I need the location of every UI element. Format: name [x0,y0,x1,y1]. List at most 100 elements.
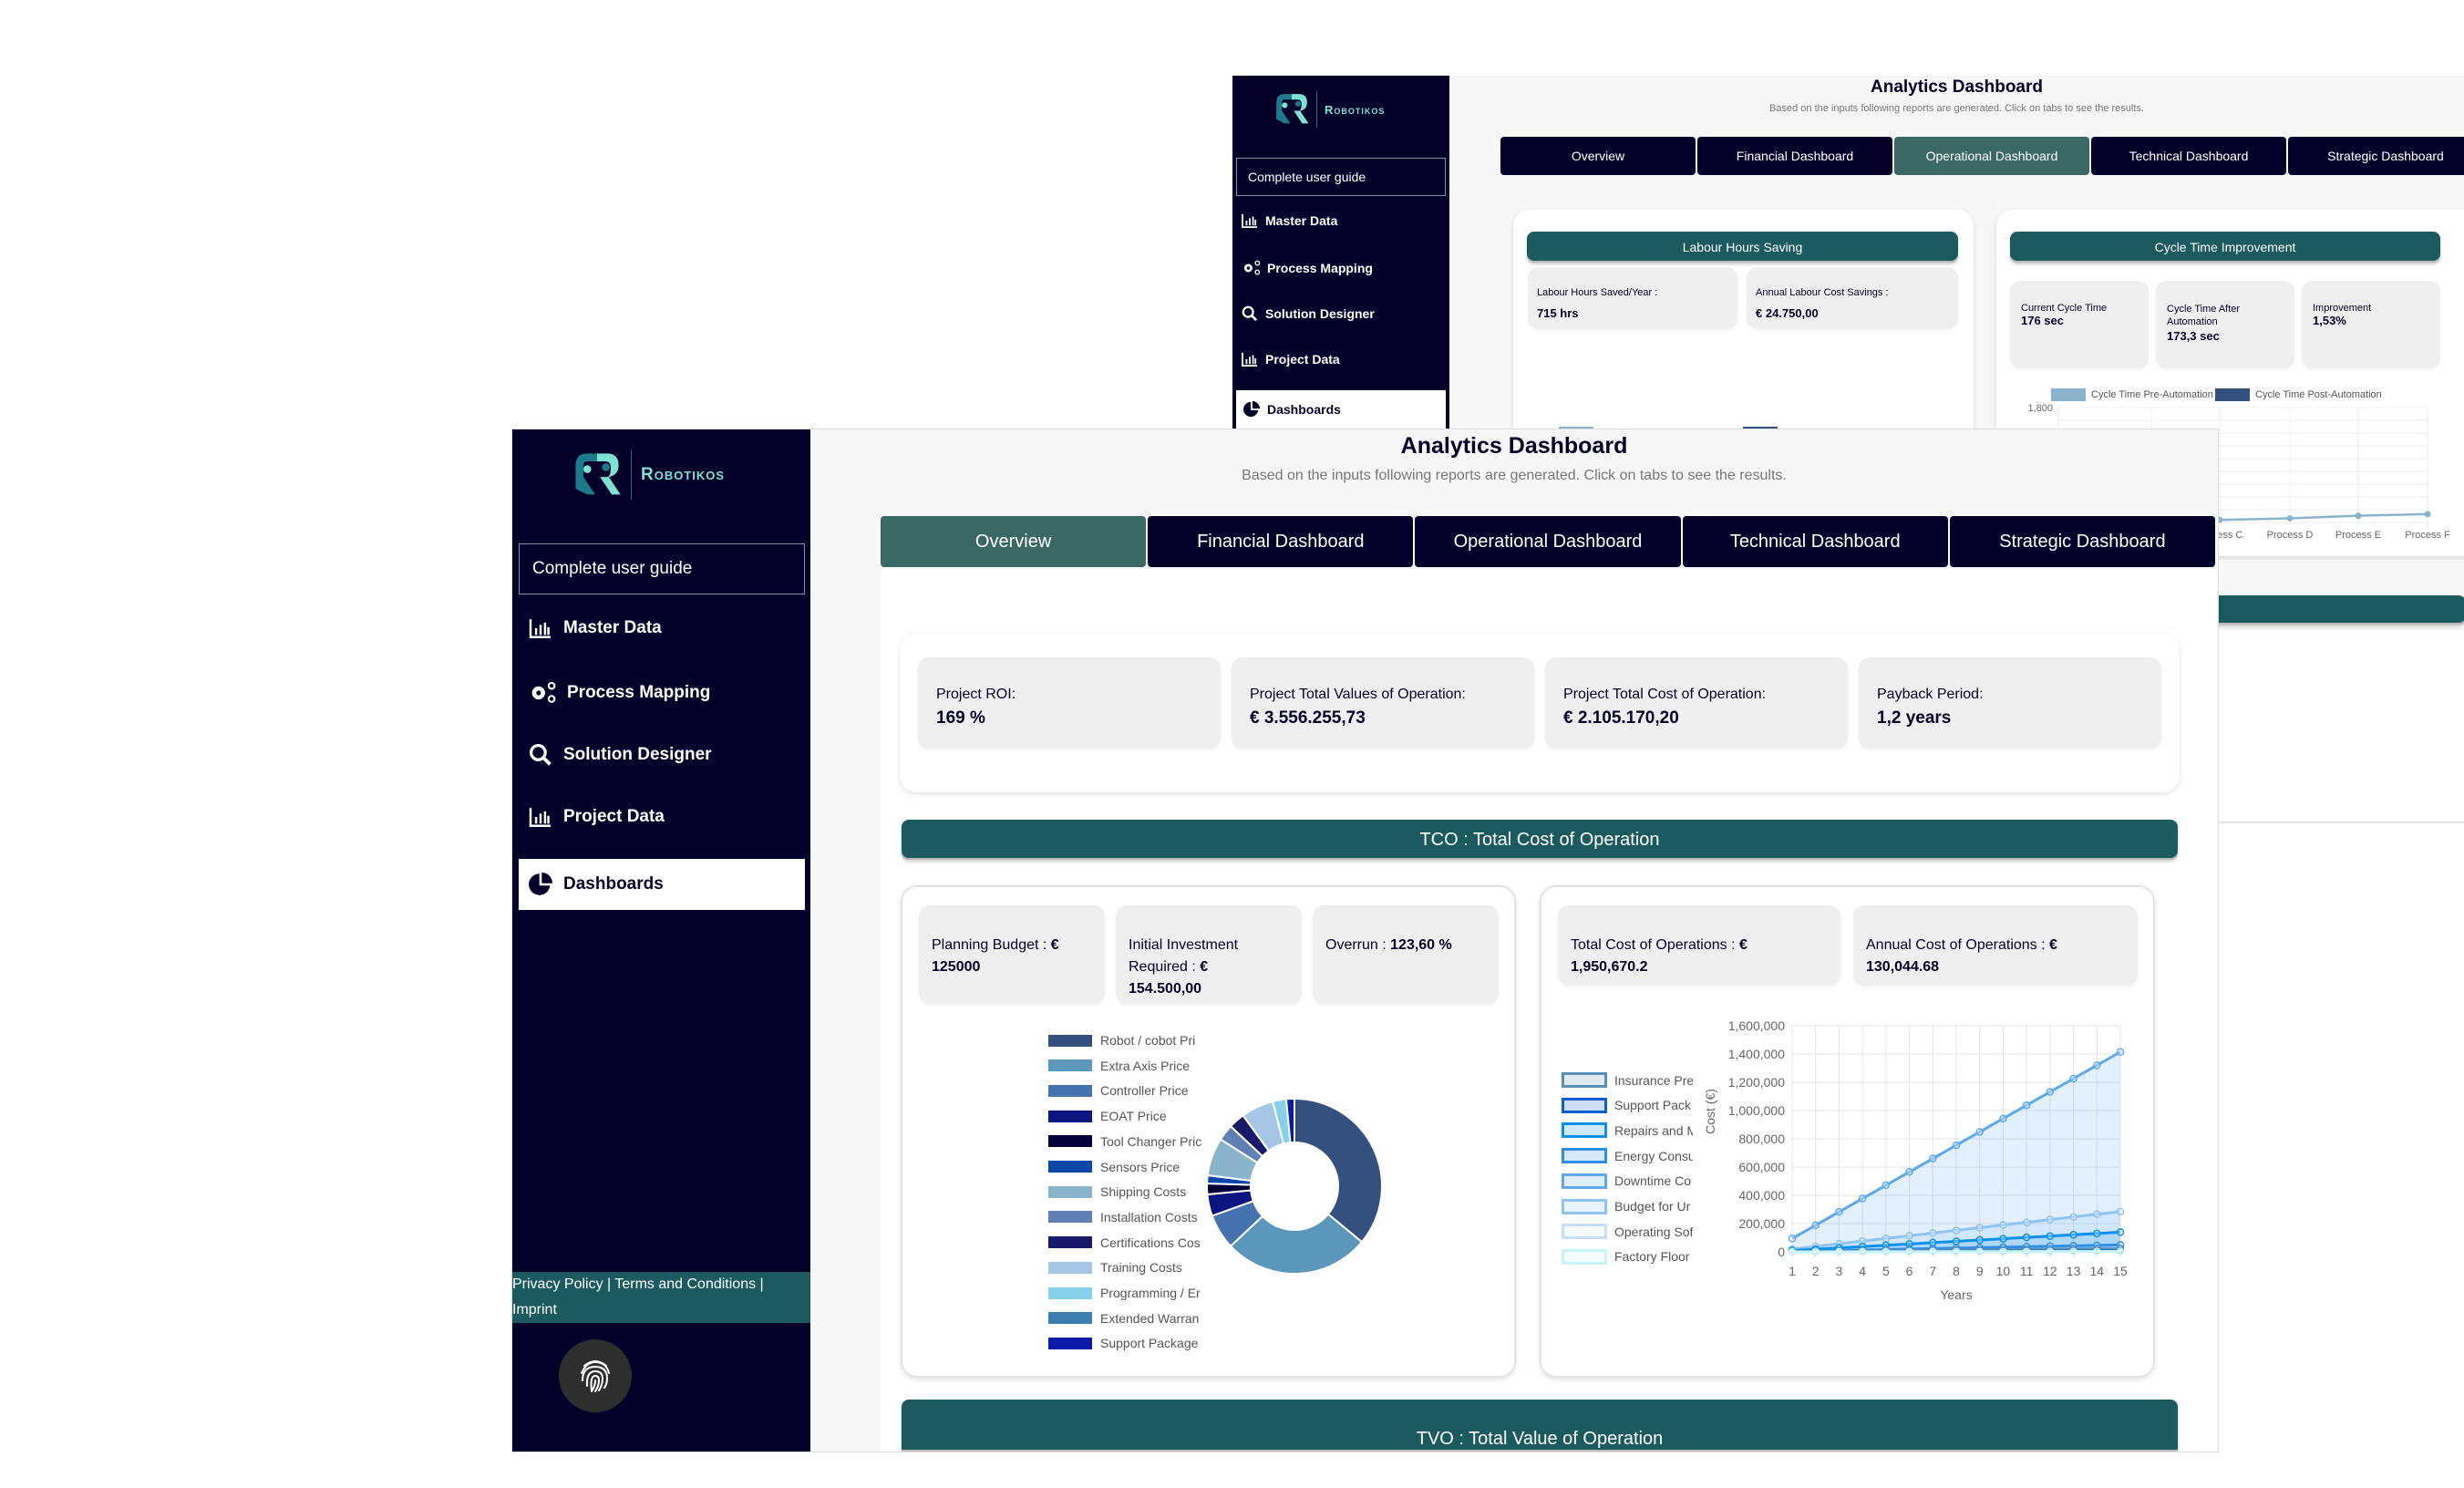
legend-item[interactable]: Repairs and M [1562,1122,1693,1139]
data-point[interactable] [1858,1194,1867,1203]
legend-item[interactable]: EOAT Price [1048,1109,1212,1123]
series-line[interactable] [2219,512,2428,522]
complete-user-guide-button[interactable]: Complete user guide [1236,158,1446,196]
sidebar-item-master-data[interactable]: Master Data [1242,207,1442,234]
data-point[interactable] [2286,514,2294,522]
legend-item[interactable]: Controller Price [1048,1083,1212,1098]
imprint-link[interactable]: Imprint [512,1302,557,1318]
tab-strategic-dashboard[interactable]: Strategic Dashboard [1949,516,2216,567]
data-point[interactable] [1929,1247,1937,1256]
data-point[interactable] [2046,1232,2055,1240]
privacy-policy-link[interactable]: Privacy Policy [512,1276,603,1292]
data-point[interactable] [1905,1168,1913,1176]
legend-item[interactable]: Support Pack [1562,1097,1693,1113]
data-point[interactable] [2022,1247,2031,1256]
terms-link[interactable]: Terms and Conditions [614,1276,756,1292]
sidebar-item-project-data[interactable]: Project Data [1242,346,1442,373]
data-point[interactable] [1811,1247,1820,1256]
data-point[interactable] [2022,1233,2031,1242]
tab-technical-dashboard[interactable]: Technical Dashboard [2091,137,2286,175]
tab-overview[interactable]: Overview [881,516,1147,567]
data-point[interactable] [1905,1247,1913,1256]
legend-item[interactable]: Factory Floor [1562,1248,1693,1265]
data-point[interactable] [2022,1100,2031,1110]
data-point[interactable] [1999,1247,2007,1256]
tab-strategic-dashboard[interactable]: Strategic Dashboard [2288,137,2464,175]
data-point[interactable] [2069,1247,2077,1256]
legend-item[interactable]: Certifications Cos [1048,1235,1212,1250]
sidebar-item-process-mapping[interactable]: Process Mapping [1242,254,1442,282]
data-point[interactable] [1975,1128,1984,1136]
legend-item[interactable]: Shipping Costs [1048,1184,1212,1199]
data-point[interactable] [1952,1247,1961,1256]
sidebar-item-dashboards[interactable]: Dashboards [519,859,805,910]
legend-item[interactable]: Programming / Er [1048,1286,1212,1300]
legend-item[interactable]: Installation Costs [1048,1210,1212,1224]
donut-slice[interactable] [1294,1097,1383,1244]
tab-operational-dashboard[interactable]: Operational Dashboard [1894,137,2089,175]
data-point[interactable] [1788,1247,1797,1256]
data-point[interactable] [1882,1235,1891,1243]
sidebar-item-solution-designer[interactable]: Solution Designer [1242,300,1442,327]
legend-item[interactable]: Downtime Co [1562,1173,1693,1189]
data-point[interactable] [1999,1235,2007,1243]
legend-item[interactable]: Insurance Pre [1562,1072,1693,1088]
data-point[interactable] [2093,1210,2101,1219]
data-point[interactable] [1882,1247,1891,1256]
data-point[interactable] [1999,1114,2007,1123]
sidebar-item-solution-designer[interactable]: Solution Designer [529,735,802,775]
data-point[interactable] [1975,1224,1984,1232]
sidebar-item-project-data[interactable]: Project Data [529,797,802,837]
data-point[interactable] [1788,1235,1797,1243]
data-point[interactable] [1835,1207,1843,1216]
legend-item[interactable]: Extended Warran [1048,1311,1212,1326]
legend-item[interactable]: Energy Consu [1562,1148,1693,1164]
legend-item[interactable]: Tool Changer Pric [1048,1134,1212,1149]
data-point[interactable] [1858,1247,1867,1256]
data-point[interactable] [1882,1181,1891,1190]
data-point[interactable] [2022,1218,2031,1226]
legend-item[interactable]: Training Costs [1048,1260,1212,1275]
data-point[interactable] [2116,1247,2125,1256]
legend-item[interactable]: Sensors Price [1048,1160,1212,1174]
data-point[interactable] [2046,1088,2055,1096]
tab-overview[interactable]: Overview [1500,137,1696,175]
data-point[interactable] [1999,1221,2007,1229]
sidebar-item-process-mapping[interactable]: Process Mapping [529,673,802,713]
data-point[interactable] [2069,1231,2077,1239]
data-point[interactable] [2046,1247,2055,1256]
data-point[interactable] [2116,1048,2125,1057]
data-point[interactable] [1929,1229,1937,1237]
sidebar-item-dashboards[interactable]: Dashboards [1236,390,1446,429]
data-point[interactable] [2093,1061,2101,1070]
data-point[interactable] [2424,511,2431,518]
data-point[interactable] [2093,1229,2101,1238]
data-point[interactable] [1952,1226,1961,1235]
legend-item[interactable]: Operating Sof [1562,1224,1693,1240]
tab-financial-dashboard[interactable]: Financial Dashboard [1697,137,1892,175]
legend-item[interactable]: Support Package [1048,1336,1212,1350]
legend-item[interactable]: Extra Axis Price [1048,1059,1212,1073]
data-point[interactable] [2355,512,2362,520]
data-point[interactable] [1975,1235,1984,1245]
fingerprint-button[interactable] [559,1339,632,1412]
data-point[interactable] [1811,1221,1820,1230]
data-point[interactable] [1905,1232,1913,1240]
data-point[interactable] [2116,1207,2125,1216]
data-point[interactable] [2069,1213,2077,1221]
data-point[interactable] [2069,1074,2077,1083]
tab-operational-dashboard[interactable]: Operational Dashboard [1415,516,1681,567]
data-point[interactable] [2116,1228,2125,1236]
data-point[interactable] [1835,1247,1843,1256]
data-point[interactable] [1952,1141,1961,1150]
data-point[interactable] [1975,1247,1984,1256]
tab-financial-dashboard[interactable]: Financial Dashboard [1148,516,1414,567]
tab-technical-dashboard[interactable]: Technical Dashboard [1682,516,1948,567]
data-point[interactable] [2046,1215,2055,1224]
complete-user-guide-button[interactable]: Complete user guide [519,543,805,594]
sidebar-item-master-data[interactable]: Master Data [529,608,802,648]
legend-item[interactable]: Robot / cobot Pri [1048,1033,1212,1048]
data-point[interactable] [2093,1247,2101,1256]
legend-item[interactable]: Budget for Ur [1562,1198,1693,1214]
data-point[interactable] [1929,1154,1937,1162]
